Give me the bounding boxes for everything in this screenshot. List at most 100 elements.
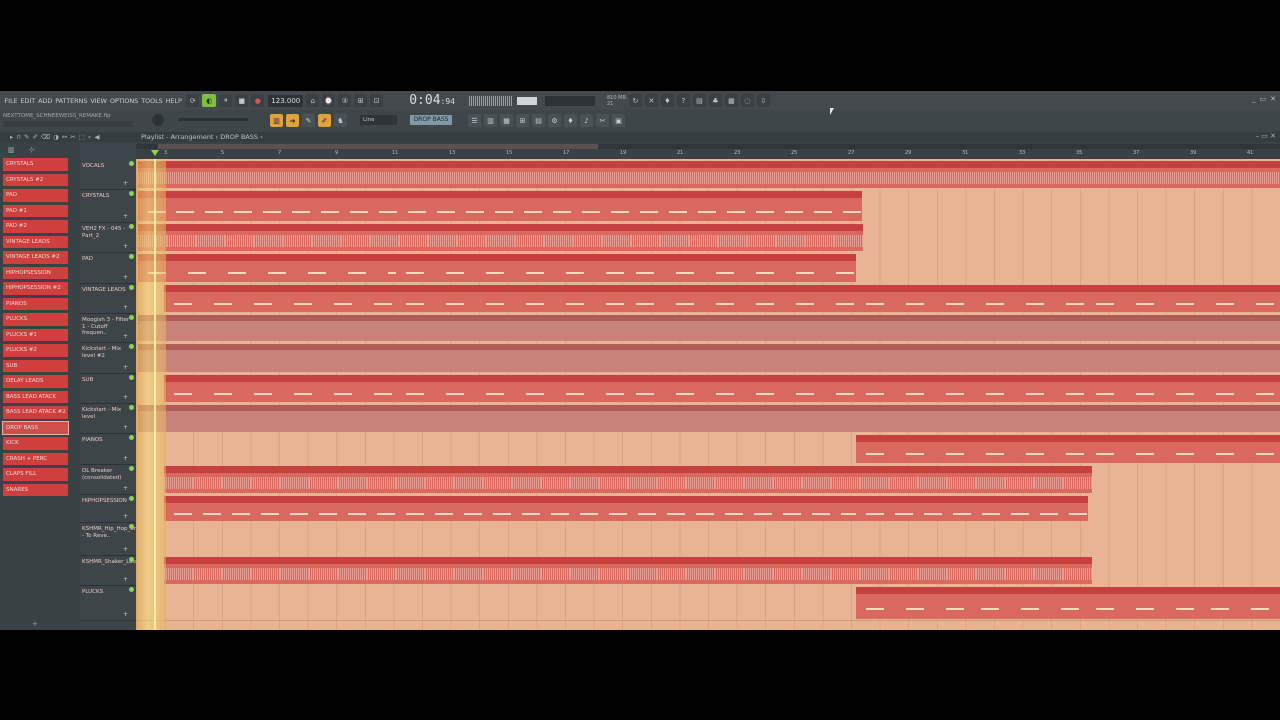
clip[interactable]: VEH..rt_2: [167, 224, 196, 251]
clip[interactable]: DL..ated: [918, 466, 947, 493]
clip[interactable]: KSH..100: [425, 557, 454, 584]
slip-icon[interactable]: ↔: [62, 133, 67, 142]
clip[interactable]: KSH..100: [454, 557, 483, 584]
clip[interactable]: CRY..S #2: [311, 191, 340, 221]
clip[interactable]: HIP..ION: [802, 496, 831, 521]
clip[interactable]: DL..ated: [309, 466, 338, 493]
track-mute-led-icon[interactable]: [129, 285, 134, 290]
clip[interactable]: HIP..ION: [686, 496, 715, 521]
master-volume-slider[interactable]: [517, 96, 537, 105]
pattern-item[interactable]: SNARES: [3, 483, 68, 496]
clip[interactable]: KSH..100: [657, 557, 686, 584]
clip[interactable]: VINTAGE LEADS #2: [856, 285, 1086, 312]
stop-button[interactable]: ■: [235, 94, 249, 107]
mixer-icon[interactable]: ✕: [644, 94, 658, 107]
clip[interactable]: Kickstart - Mix level: [138, 405, 1280, 432]
track-mute-led-icon[interactable]: [129, 375, 134, 380]
pattern-item[interactable]: PAD #2: [3, 220, 68, 233]
clip[interactable]: VEH..rt_2: [718, 224, 747, 251]
clip[interactable]: KSH..100: [222, 557, 251, 584]
mute-tool-icon[interactable]: ◑: [53, 133, 59, 142]
countdown-icon[interactable]: ③: [338, 94, 352, 107]
track-mute-led-icon[interactable]: [129, 224, 134, 229]
speaker-icon[interactable]: ◀: [95, 133, 100, 142]
clip[interactable]: DL..ated: [1005, 466, 1034, 493]
clip[interactable]: DL..ated: [599, 466, 628, 493]
clip[interactable]: KSH..100: [918, 557, 947, 584]
menu-options[interactable]: OPTIONS: [108, 97, 139, 105]
track-mute-led-icon[interactable]: [129, 587, 134, 592]
track-header[interactable]: VOCALS +: [80, 159, 136, 190]
track-mute-led-icon[interactable]: [129, 344, 134, 349]
clip[interactable]: CRY..S #2: [833, 191, 862, 221]
pattern-song-toggle[interactable]: ◐: [202, 94, 217, 107]
menu-tools[interactable]: TOOLS: [140, 97, 164, 105]
clip[interactable]: DL..ated: [454, 466, 483, 493]
track-header[interactable]: SUB +: [80, 373, 136, 404]
track-add-icon[interactable]: +: [123, 394, 128, 401]
menu-edit[interactable]: EDIT: [19, 97, 37, 105]
clip[interactable]: DL..ated: [1063, 466, 1092, 493]
playlist-window-controls[interactable]: – ▭ ✕: [1256, 132, 1276, 140]
clip[interactable]: HIP..ION: [396, 496, 425, 521]
clip[interactable]: SUB: [396, 375, 626, 402]
menu-patterns[interactable]: PATTERNS: [54, 97, 89, 105]
clip[interactable]: PAD: [396, 254, 626, 282]
clip[interactable]: DL..ated: [976, 466, 1005, 493]
clip[interactable]: CRY..S #2: [630, 191, 659, 221]
loop-mode-icon[interactable]: ⟳: [186, 94, 200, 107]
record-button[interactable]: ●: [251, 94, 265, 107]
clip[interactable]: VINTAGE LEADS: [626, 285, 856, 312]
clip[interactable]: HIP..ION: [280, 496, 309, 521]
clip[interactable]: SUB: [856, 375, 1086, 402]
track-header[interactable]: DL Breaker (consolidated) +: [80, 464, 136, 495]
clip[interactable]: DL..ated: [425, 466, 454, 493]
clip[interactable]: DL..ated: [222, 466, 251, 493]
clip[interactable]: CRY..S #2: [601, 191, 630, 221]
track-add-icon[interactable]: +: [123, 546, 128, 553]
clip[interactable]: KSH..100: [338, 557, 367, 584]
clip[interactable]: KSH..100: [976, 557, 1005, 584]
pattern-item[interactable]: PAD #1: [3, 204, 68, 217]
clip[interactable]: PLUCKS #2: [971, 587, 1086, 619]
track-mute-led-icon[interactable]: [129, 315, 134, 320]
clip[interactable]: KSH..100: [599, 557, 628, 584]
pattern-item[interactable]: PLUCKS #2: [3, 344, 68, 357]
template-icon[interactable]: ▣: [612, 114, 625, 127]
track-header[interactable]: CRYSTALS +: [80, 189, 136, 223]
plugin-icon[interactable]: ⚙: [548, 114, 561, 127]
pattern-item[interactable]: PLUCKS: [3, 313, 68, 326]
piano-roll-icon[interactable]: ▦: [724, 94, 738, 107]
clip[interactable]: HIP..ION: [367, 496, 396, 521]
draw-icon[interactable]: ✎: [24, 133, 29, 142]
help-icon[interactable]: ?: [676, 94, 690, 107]
clip[interactable]: VEH..rt_2: [312, 224, 341, 251]
pattern-item[interactable]: HIPHOPSESSION: [3, 266, 68, 279]
clip[interactable]: DL..ated: [860, 466, 889, 493]
track-mute-led-icon[interactable]: [129, 405, 134, 410]
clip[interactable]: VEH..rt_2: [747, 224, 776, 251]
clip[interactable]: HIP..ION: [193, 496, 222, 521]
clip[interactable]: VEH..rt_2: [544, 224, 573, 251]
mic-view-icon[interactable]: ♦: [564, 114, 577, 127]
clip[interactable]: SUB: [626, 375, 856, 402]
track-add-icon[interactable]: +: [123, 180, 128, 187]
pattern-item[interactable]: PIANOS: [3, 297, 68, 310]
clip[interactable]: PLUCKS: [1201, 587, 1280, 619]
clip[interactable]: HIPH..#2: [1059, 496, 1088, 521]
clip[interactable]: HIP..ION: [164, 496, 193, 521]
pattern-item[interactable]: BASS LEAD ATACK #2: [3, 406, 68, 419]
clip[interactable]: CRY..S #2: [746, 191, 775, 221]
track-header[interactable]: KSHMR_Shaker_Loop_04_100 +: [80, 555, 162, 586]
clip[interactable]: HIPH..#2: [1001, 496, 1030, 521]
tempo-display[interactable]: 123.000: [268, 94, 304, 107]
clip[interactable]: VEH..rt_2: [225, 224, 254, 251]
clip[interactable]: CRY..S #2: [717, 191, 746, 221]
clip[interactable]: KSH..100: [831, 557, 860, 584]
mixer-view-icon[interactable]: ⊞: [516, 114, 529, 127]
clip[interactable]: HIP..ION: [454, 496, 483, 521]
pattern-item[interactable]: BASS LEAD ATACK: [3, 390, 68, 403]
recent-files-icon[interactable]: ↻: [628, 94, 642, 107]
clip[interactable]: KSH..100: [773, 557, 802, 584]
clip[interactable]: VINTAGE LEADS #2: [1086, 285, 1280, 312]
